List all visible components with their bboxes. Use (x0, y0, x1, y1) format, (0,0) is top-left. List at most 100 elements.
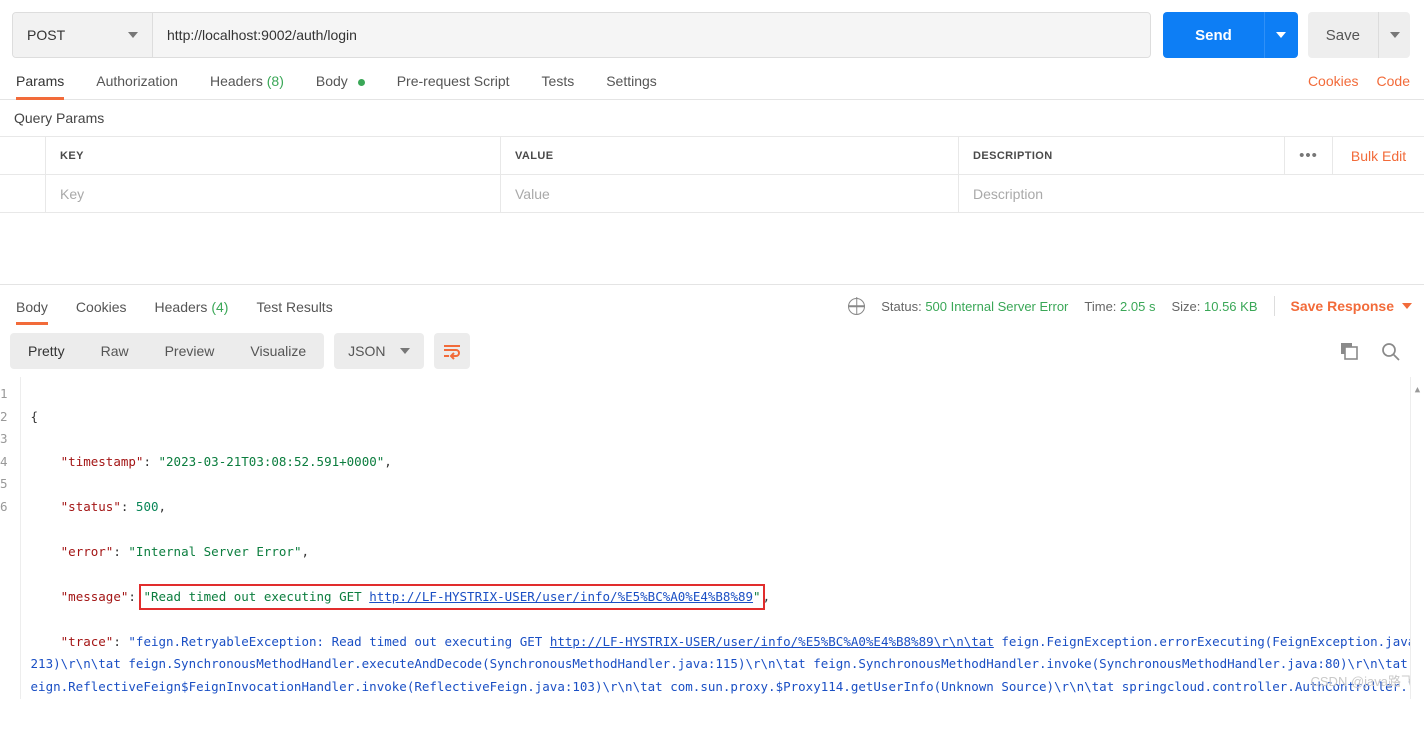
json-line-1: { (31, 406, 1424, 429)
body-indicator-dot-icon (357, 78, 365, 86)
cookies-link[interactable]: Cookies (1308, 73, 1359, 89)
copy-button[interactable] (1340, 342, 1359, 361)
message-value-pre: "Read timed out executing GET (143, 588, 370, 604)
scroll-up-arrow-icon[interactable]: ▲ (1411, 377, 1424, 402)
query-params-title: Query Params (14, 110, 105, 126)
tab-settings[interactable]: Settings (590, 73, 673, 99)
tab-label: Params (16, 73, 65, 89)
response-body-viewer[interactable]: 1 2 3 4 5 6 { "timestamp": "2023-03-21T0… (0, 377, 1424, 699)
column-label: VALUE (515, 149, 554, 162)
globe-icon (848, 297, 866, 315)
bulk-edit-button[interactable]: Bulk Edit (1332, 137, 1424, 174)
message-value-url[interactable]: http://LF-HYSTRIX-USER/user/info/%E5%BC%… (369, 589, 753, 604)
json-line-2: "timestamp": "2023-03-21T03:08:52.591+00… (60, 453, 392, 469)
chevron-down-icon (1276, 32, 1287, 38)
method-url-group: POST http://localhost:9002/auth/login (12, 12, 1152, 58)
key-placeholder: Key (60, 185, 85, 202)
save-options-button[interactable] (1378, 12, 1410, 58)
description-column-header: DESCRIPTION ••• Bulk Edit (959, 137, 1424, 174)
response-language-select[interactable]: JSON (334, 333, 424, 369)
line-number: 1 (0, 386, 8, 401)
open-brace: { (30, 408, 39, 424)
save-response-button[interactable]: Save Response (1290, 298, 1412, 314)
send-button[interactable]: Send (1163, 12, 1264, 58)
json-code-content: { "timestamp": "2023-03-21T03:08:52.591+… (21, 377, 1424, 699)
timestamp-key: "timestamp" (60, 453, 144, 469)
size-label: Size: (1171, 298, 1201, 314)
tab-params[interactable]: Params (12, 73, 80, 100)
json-line-3: "status": 500, (60, 498, 167, 514)
tab-label: Headers (154, 299, 208, 315)
response-tab-headers[interactable]: Headers (4) (141, 299, 243, 325)
tab-pre-request-script[interactable]: Pre-request Script (381, 73, 526, 99)
http-method-select[interactable]: POST (13, 13, 153, 57)
trace-value-url[interactable]: http://LF-HYSTRIX-USER/user/info/%E5%BC%… (550, 634, 994, 649)
response-headers-count: (4) (211, 299, 229, 315)
view-mode-raw[interactable]: Raw (83, 333, 147, 369)
view-mode-segmented-control: Pretty Raw Preview Visualize (10, 333, 325, 369)
word-wrap-toggle[interactable] (433, 333, 470, 369)
chevron-down-icon (1402, 303, 1412, 309)
view-mode-pretty[interactable]: Pretty (10, 333, 83, 369)
send-options-button[interactable] (1263, 12, 1298, 58)
error-key: "error" (60, 543, 114, 559)
response-view-toolbar: Pretty Raw Preview Visualize JSON (0, 325, 1424, 377)
message-highlight-box: "Read timed out executing GET http://LF-… (139, 583, 765, 610)
tab-label: Test Results (256, 299, 333, 315)
url-input[interactable]: http://localhost:9002/auth/login (153, 13, 1151, 57)
message-key: "message" (60, 588, 129, 604)
param-key-input[interactable]: Key (46, 175, 501, 212)
table-header-row: KEY VALUE DESCRIPTION ••• Bulk Edit (0, 137, 1424, 175)
json-line-5: "message": "Read timed out executing GET… (31, 583, 1424, 610)
copy-icon (1341, 342, 1358, 360)
status-group: Status: 500 Internal Server Error (881, 299, 1068, 314)
message-value-post: " (753, 588, 761, 604)
response-meta: Status: 500 Internal Server Error Time: … (848, 296, 1412, 325)
status-label: Status: (881, 298, 922, 314)
size-group: Size: 10.56 KB (1171, 299, 1257, 314)
view-mode-preview[interactable]: Preview (147, 333, 233, 369)
time-value: 2.05 s (1120, 298, 1156, 314)
http-method-label: POST (27, 27, 66, 43)
line-number: 6 (0, 498, 8, 514)
json-line-6: "trace": "feign.RetryableException: Read… (31, 631, 1424, 700)
request-url-bar: POST http://localhost:9002/auth/login Se… (0, 0, 1424, 62)
line-number: 4 (0, 453, 8, 469)
time-group: Time: 2.05 s (1084, 299, 1155, 314)
tab-label: Tests (541, 73, 575, 89)
response-toolbar-actions (1340, 342, 1412, 361)
request-tab-bar: Params Authorization Headers (8) Body Pr… (0, 62, 1424, 100)
save-response-label: Save Response (1290, 298, 1395, 314)
code-link[interactable]: Code (1377, 73, 1410, 89)
select-all-cell[interactable] (0, 137, 46, 174)
query-params-table: KEY VALUE DESCRIPTION ••• Bulk Edit Key (0, 136, 1424, 213)
response-tab-body[interactable]: Body (12, 299, 62, 325)
tab-headers[interactable]: Headers (8) (194, 73, 300, 99)
save-button[interactable]: Save (1307, 12, 1378, 58)
view-mode-visualize[interactable]: Visualize (232, 333, 324, 369)
tab-tests[interactable]: Tests (526, 73, 591, 99)
row-checkbox-cell[interactable] (0, 175, 46, 212)
tab-label: Authorization (96, 73, 178, 89)
chevron-down-icon (1389, 32, 1400, 38)
column-label: DESCRIPTION (973, 149, 1053, 162)
response-tab-test-results[interactable]: Test Results (242, 299, 346, 325)
error-value: "Internal Server Error" (128, 543, 302, 559)
value-placeholder: Value (515, 185, 550, 202)
tab-label: Body (315, 73, 348, 89)
params-more-options-button[interactable]: ••• (1284, 137, 1332, 174)
tab-label: Settings (606, 73, 657, 89)
response-tab-cookies[interactable]: Cookies (62, 299, 141, 325)
tab-authorization[interactable]: Authorization (80, 73, 194, 99)
size-value: 10.56 KB (1204, 298, 1258, 314)
line-number: 2 (0, 408, 8, 424)
search-button[interactable] (1381, 342, 1400, 361)
tab-label: Headers (209, 73, 263, 89)
chevron-down-icon (128, 32, 138, 38)
tab-body[interactable]: Body (300, 73, 381, 99)
param-value-input[interactable]: Value (501, 175, 959, 212)
param-description-input[interactable]: Description (959, 175, 1424, 212)
response-scrollbar[interactable]: ▲ (1410, 377, 1424, 699)
time-label: Time: (1084, 298, 1117, 314)
description-placeholder: Description (973, 185, 1044, 202)
